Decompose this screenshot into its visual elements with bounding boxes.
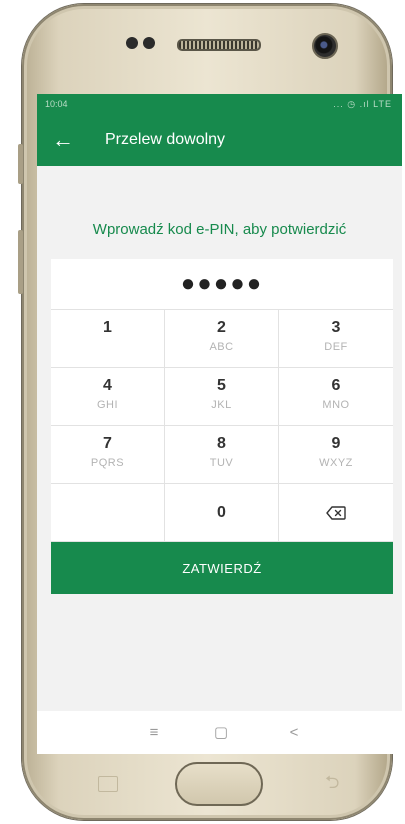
- home-square-icon[interactable]: ▢: [209, 721, 233, 745]
- proximity-sensors: [126, 37, 166, 51]
- hardware-home-button[interactable]: [175, 762, 263, 806]
- key-7[interactable]: 7 PQRS: [51, 426, 165, 484]
- hardware-back-key-icon[interactable]: ⮌: [325, 770, 339, 800]
- key-letters: JKL: [211, 399, 232, 411]
- key-4[interactable]: 4 GHI: [51, 368, 165, 426]
- status-bar: 10:04 ... ◷ .ıl LTE: [37, 94, 402, 116]
- side-button-upper: [18, 144, 23, 184]
- key-digit: 9: [331, 435, 341, 452]
- key-letters: TUV: [209, 457, 234, 469]
- key-digit: 8: [217, 435, 226, 452]
- status-time: 10:04: [45, 99, 68, 109]
- key-letters: ABC: [209, 341, 234, 353]
- key-digit: 4: [103, 377, 112, 394]
- key-1[interactable]: 1: [51, 310, 165, 368]
- front-camera-icon: [312, 33, 338, 59]
- pin-panel: ●●●●● 1 2 ABC 3 DEF 4 GHI 5 JKL 6 MNO 7 …: [51, 259, 393, 594]
- backspace-icon: [326, 505, 346, 520]
- recent-apps-key-icon[interactable]: [98, 776, 118, 792]
- backspace-key[interactable]: [279, 484, 393, 542]
- key-empty: [51, 484, 165, 542]
- numeric-keypad: 1 2 ABC 3 DEF 4 GHI 5 JKL 6 MNO 7 PQRS 8…: [51, 310, 393, 542]
- android-nav-bar: ≡ ▢ <: [37, 711, 402, 754]
- side-button-lower: [18, 230, 23, 294]
- key-0[interactable]: 0: [165, 484, 279, 542]
- key-digit: 3: [331, 319, 341, 336]
- app-screen: 10:04 ... ◷ .ıl LTE ← Przelew dowolny Wp…: [37, 94, 402, 754]
- app-bar: ← Przelew dowolny: [37, 116, 402, 166]
- key-digit: 6: [331, 377, 341, 394]
- key-2[interactable]: 2 ABC: [165, 310, 279, 368]
- menu-icon[interactable]: ≡: [142, 721, 166, 745]
- earpiece-speaker: [177, 39, 261, 51]
- key-letters: GHI: [96, 399, 119, 411]
- key-letters: WXYZ: [319, 457, 353, 469]
- back-arrow-icon[interactable]: ←: [51, 128, 75, 152]
- nav-back-icon[interactable]: <: [282, 721, 306, 745]
- key-3[interactable]: 3 DEF: [279, 310, 393, 368]
- key-9[interactable]: 9 WXYZ: [279, 426, 393, 484]
- key-letters: MNO: [322, 399, 350, 411]
- epin-prompt: Wprowadź kod e-PIN, aby potwierdzić: [92, 221, 347, 238]
- page-title: Przelew dowolny: [105, 131, 226, 148]
- key-6[interactable]: 6 MNO: [279, 368, 393, 426]
- key-digit: 1: [103, 319, 112, 336]
- key-digit: 5: [217, 377, 226, 394]
- key-digit: 7: [103, 435, 112, 452]
- key-8[interactable]: 8 TUV: [165, 426, 279, 484]
- status-icons: ... ◷ .ıl LTE: [333, 99, 392, 109]
- pin-input[interactable]: ●●●●●: [51, 259, 393, 310]
- key-digit: 0: [217, 503, 226, 521]
- key-letters: DEF: [324, 341, 348, 353]
- phone-mockup: 10:04 ... ◷ .ıl LTE ← Przelew dowolny Wp…: [0, 0, 405, 824]
- key-digit: 2: [217, 319, 226, 336]
- key-5[interactable]: 5 JKL: [165, 368, 279, 426]
- confirm-button[interactable]: ZATWIERDŹ: [51, 542, 393, 594]
- key-letters: PQRS: [90, 457, 125, 469]
